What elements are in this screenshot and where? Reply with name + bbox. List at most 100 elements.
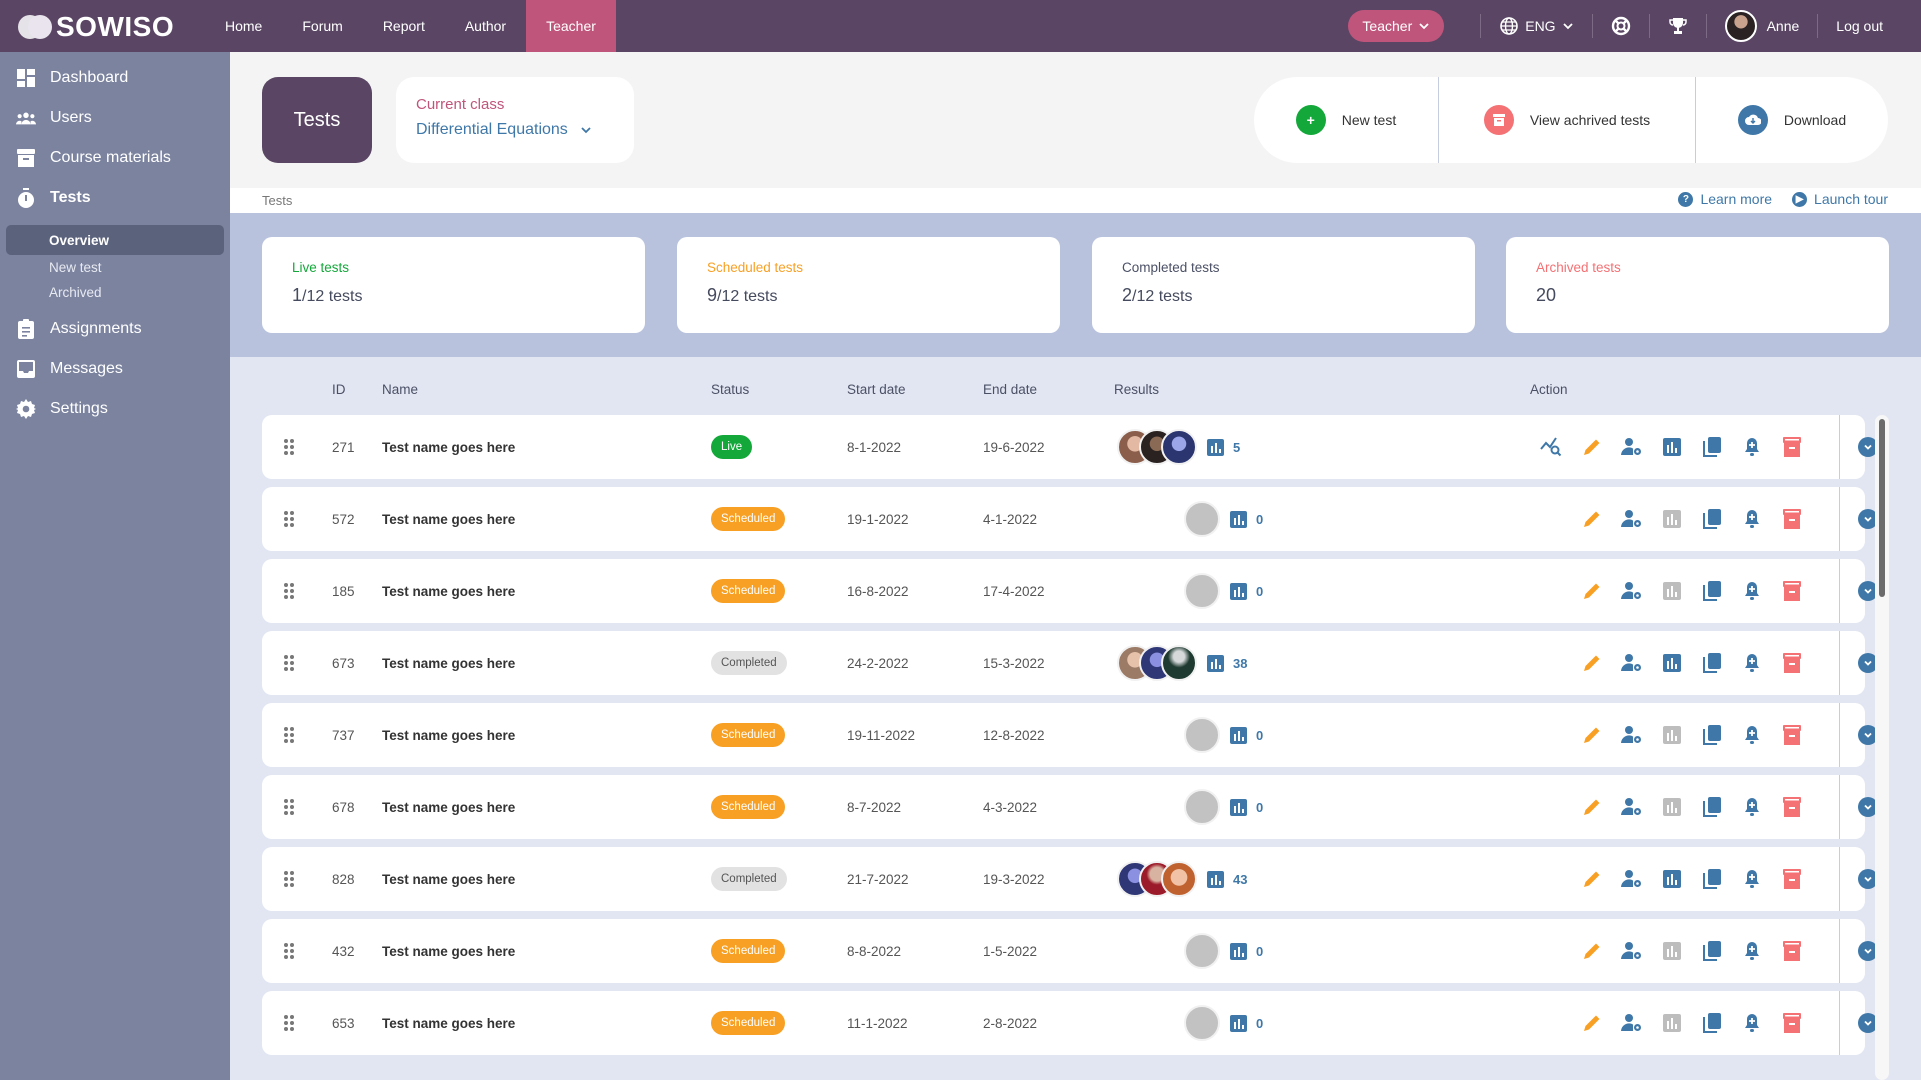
edit-button[interactable] xyxy=(1572,507,1612,531)
sidebar-item-tests[interactable]: Tests xyxy=(0,178,230,218)
statistics-button[interactable] xyxy=(1652,939,1692,963)
results-avatars[interactable] xyxy=(1117,645,1197,681)
results-chart-icon[interactable] xyxy=(1230,942,1247,960)
results-chart-icon[interactable] xyxy=(1207,438,1224,456)
manage-participants-button[interactable] xyxy=(1612,651,1652,675)
nav-report[interactable]: Report xyxy=(363,0,445,52)
edit-button[interactable] xyxy=(1572,651,1612,675)
results-chart-icon[interactable] xyxy=(1207,654,1224,672)
results-chart-icon[interactable] xyxy=(1207,870,1224,888)
table-row[interactable]: 828 Test name goes here Completed 21-7-2… xyxy=(262,847,1878,911)
results-chart-icon[interactable] xyxy=(1230,510,1247,528)
test-name[interactable]: Test name goes here xyxy=(382,415,515,479)
results-chart-icon[interactable] xyxy=(1230,726,1247,744)
drag-handle-icon[interactable] xyxy=(284,727,294,743)
results-avatars[interactable] xyxy=(1184,1005,1220,1041)
edit-button[interactable] xyxy=(1572,939,1612,963)
results-avatars[interactable] xyxy=(1117,861,1197,897)
manage-participants-button[interactable] xyxy=(1612,435,1652,459)
sidebar-item-users[interactable]: Users xyxy=(0,98,230,138)
trophy-icon[interactable] xyxy=(1668,16,1688,36)
add-reminder-button[interactable] xyxy=(1732,867,1772,891)
sidebar-item-settings[interactable]: Settings xyxy=(0,389,230,429)
archive-button[interactable] xyxy=(1772,507,1812,531)
archive-button[interactable] xyxy=(1772,435,1812,459)
test-name[interactable]: Test name goes here xyxy=(382,559,515,623)
edit-button[interactable] xyxy=(1572,1011,1612,1035)
duplicate-button[interactable] xyxy=(1692,1011,1732,1035)
stat-card-scheduled[interactable]: Scheduled tests 9/12 tests xyxy=(677,237,1060,333)
learn-more-link[interactable]: ? Learn more xyxy=(1678,191,1772,207)
results-count[interactable]: 38 xyxy=(1233,656,1247,671)
user-menu[interactable]: Anne xyxy=(1724,10,1799,42)
statistics-button[interactable] xyxy=(1652,435,1692,459)
edit-button[interactable] xyxy=(1572,579,1612,603)
download-button[interactable]: Download xyxy=(1695,77,1888,163)
results-count[interactable]: 0 xyxy=(1256,584,1263,599)
results-avatars[interactable] xyxy=(1184,501,1220,537)
nav-author[interactable]: Author xyxy=(445,0,526,52)
column-header-end-date[interactable]: End date xyxy=(983,382,1037,397)
add-reminder-button[interactable] xyxy=(1732,1011,1772,1035)
duplicate-button[interactable] xyxy=(1692,579,1732,603)
stat-card-completed[interactable]: Completed tests 2/12 tests xyxy=(1092,237,1475,333)
statistics-button[interactable] xyxy=(1652,1011,1692,1035)
stat-card-archived[interactable]: Archived tests 20 xyxy=(1506,237,1889,333)
test-name[interactable]: Test name goes here xyxy=(382,487,515,551)
manage-participants-button[interactable] xyxy=(1612,579,1652,603)
column-header-start-date[interactable]: Start date xyxy=(847,382,906,397)
table-row[interactable]: 673 Test name goes here Completed 24-2-2… xyxy=(262,631,1878,695)
results-count[interactable]: 0 xyxy=(1256,800,1263,815)
test-name[interactable]: Test name goes here xyxy=(382,919,515,983)
archive-button[interactable] xyxy=(1772,579,1812,603)
add-reminder-button[interactable] xyxy=(1732,723,1772,747)
results-avatars[interactable] xyxy=(1184,933,1220,969)
table-scrollbar[interactable] xyxy=(1875,415,1889,1080)
statistics-button[interactable] xyxy=(1652,507,1692,531)
help-lifebuoy-icon[interactable] xyxy=(1611,16,1631,36)
role-switcher-button[interactable]: Teacher xyxy=(1348,10,1445,42)
drag-handle-icon[interactable] xyxy=(284,655,294,671)
drag-handle-icon[interactable] xyxy=(284,583,294,599)
edit-button[interactable] xyxy=(1572,723,1612,747)
statistics-button[interactable] xyxy=(1652,579,1692,603)
duplicate-button[interactable] xyxy=(1692,939,1732,963)
drag-handle-icon[interactable] xyxy=(284,871,294,887)
archive-button[interactable] xyxy=(1772,651,1812,675)
sidebar-subitem-archived[interactable]: Archived xyxy=(6,280,224,305)
logout-link[interactable]: Log out xyxy=(1836,18,1883,34)
drag-handle-icon[interactable] xyxy=(284,511,294,527)
scrollbar-thumb[interactable] xyxy=(1879,419,1885,597)
statistics-button[interactable] xyxy=(1652,651,1692,675)
results-count[interactable]: 0 xyxy=(1256,512,1263,527)
archive-button[interactable] xyxy=(1772,939,1812,963)
test-name[interactable]: Test name goes here xyxy=(382,775,515,839)
drag-handle-icon[interactable] xyxy=(284,439,294,455)
edit-button[interactable] xyxy=(1572,795,1612,819)
drag-handle-icon[interactable] xyxy=(284,943,294,959)
duplicate-button[interactable] xyxy=(1692,507,1732,531)
sidebar-item-messages[interactable]: Messages xyxy=(0,349,230,389)
test-name[interactable]: Test name goes here xyxy=(382,991,515,1055)
archive-button[interactable] xyxy=(1772,867,1812,891)
duplicate-button[interactable] xyxy=(1692,435,1732,459)
stat-card-live[interactable]: Live tests 1/12 tests xyxy=(262,237,645,333)
sidebar-item-dashboard[interactable]: Dashboard xyxy=(0,58,230,98)
breadcrumb[interactable]: Tests xyxy=(262,193,292,208)
add-reminder-button[interactable] xyxy=(1732,507,1772,531)
results-count[interactable]: 0 xyxy=(1256,944,1263,959)
manage-participants-button[interactable] xyxy=(1612,939,1652,963)
table-row[interactable]: 271 Test name goes here Live 8-1-2022 19… xyxy=(262,415,1878,479)
statistics-button[interactable] xyxy=(1652,723,1692,747)
column-header-name[interactable]: Name xyxy=(382,382,418,397)
analyze-results-button[interactable] xyxy=(1532,435,1572,459)
results-avatars[interactable] xyxy=(1184,573,1220,609)
manage-participants-button[interactable] xyxy=(1612,795,1652,819)
view-archived-tests-button[interactable]: View achrived tests xyxy=(1438,77,1695,163)
results-avatars[interactable] xyxy=(1117,429,1197,465)
archive-button[interactable] xyxy=(1772,795,1812,819)
add-reminder-button[interactable] xyxy=(1732,795,1772,819)
results-avatars[interactable] xyxy=(1184,717,1220,753)
results-count[interactable]: 5 xyxy=(1233,440,1240,455)
sidebar-subitem-new-test[interactable]: New test xyxy=(6,255,224,280)
